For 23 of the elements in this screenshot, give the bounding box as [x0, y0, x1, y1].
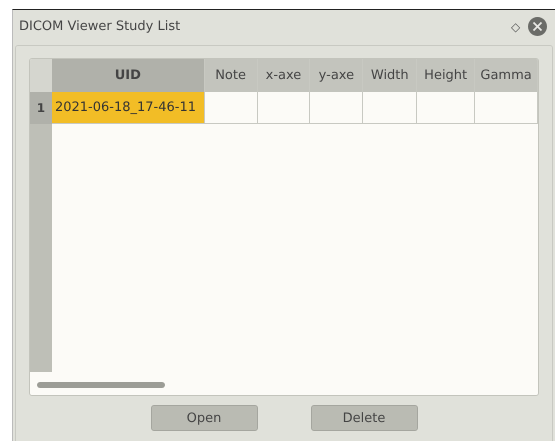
delete-button[interactable]: Delete [310, 405, 418, 431]
column-header[interactable]: x-axe [258, 59, 310, 92]
table-cell[interactable] [417, 92, 476, 124]
float-button[interactable]: ◇ [511, 20, 520, 34]
horizontal-scrollbar[interactable] [37, 382, 165, 388]
table-cell[interactable] [475, 92, 538, 124]
table-cell[interactable] [310, 92, 364, 124]
table-cell[interactable]: 2021-06-18_17-46-11 [52, 92, 205, 124]
column-header[interactable]: Height [417, 59, 476, 92]
open-button[interactable]: Open [150, 405, 258, 431]
table-cell[interactable] [204, 92, 258, 124]
column-header[interactable]: y-axe [310, 59, 364, 92]
column-header[interactable]: Gamma [475, 59, 538, 92]
window-title: DICOM Viewer Study List [19, 19, 182, 34]
close-button[interactable] [528, 17, 547, 36]
close-icon [532, 21, 543, 32]
column-header[interactable]: Note [204, 59, 258, 92]
column-header[interactable]: Width [363, 59, 418, 92]
column-header[interactable]: UID [52, 59, 205, 92]
table-cell[interactable] [258, 92, 310, 124]
row-header[interactable]: 1 [30, 92, 52, 124]
table-corner [30, 59, 52, 92]
table-cell[interactable] [363, 92, 418, 124]
